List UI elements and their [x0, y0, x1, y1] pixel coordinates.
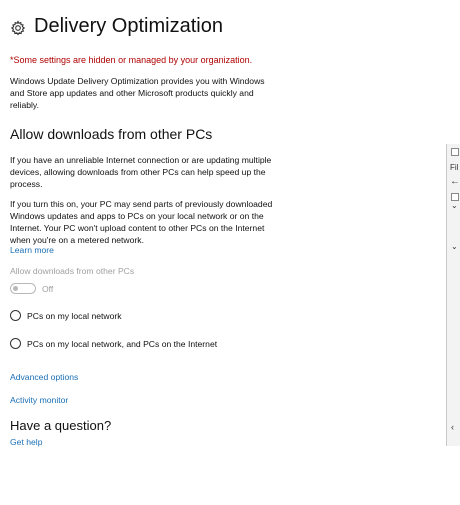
menu-label[interactable]: Fil [450, 163, 458, 172]
allow-description-2: If you turn this on, your PC may send pa… [10, 199, 273, 245]
managed-warning: *Some settings are hidden or managed by … [10, 55, 253, 65]
intro-text: Windows Update Delivery Optimization pro… [10, 76, 265, 110]
radio-local-and-internet-label[interactable]: PCs on my local network, and PCs on the … [27, 339, 217, 349]
have-a-question-heading: Have a question? [10, 418, 112, 433]
toggle-knob [13, 285, 18, 291]
chevron-down-icon[interactable]: ⌄ [451, 201, 458, 210]
gear-icon [10, 20, 26, 36]
activity-monitor-link[interactable]: Activity monitor [10, 395, 68, 405]
document-icon [451, 193, 459, 201]
back-arrow-icon[interactable]: ← [450, 176, 460, 187]
allow-downloads-toggle[interactable] [10, 283, 36, 294]
learn-more-link[interactable]: Learn more [10, 245, 54, 255]
toggle-state: Off [42, 284, 54, 294]
background-window-edge[interactable]: Fil ← ⌄ ⌄ ‹ [446, 144, 460, 446]
chevron-down-icon-2[interactable]: ⌄ [451, 242, 458, 251]
toggle-label: Allow downloads from other PCs [10, 266, 135, 276]
radio-local-network[interactable] [10, 310, 21, 321]
get-help-link[interactable]: Get help [10, 437, 43, 447]
advanced-options-link[interactable]: Advanced options [10, 372, 78, 382]
allow-downloads-heading: Allow downloads from other PCs [10, 126, 213, 142]
allow-description-1: If you have an unreliable Internet conne… [10, 155, 272, 189]
page-title: Delivery Optimization [34, 15, 223, 37]
radio-local-and-internet[interactable] [10, 338, 21, 349]
radio-local-network-label[interactable]: PCs on my local network [27, 311, 122, 321]
folder-icon [451, 148, 459, 156]
chevron-left-icon[interactable]: ‹ [451, 422, 454, 432]
